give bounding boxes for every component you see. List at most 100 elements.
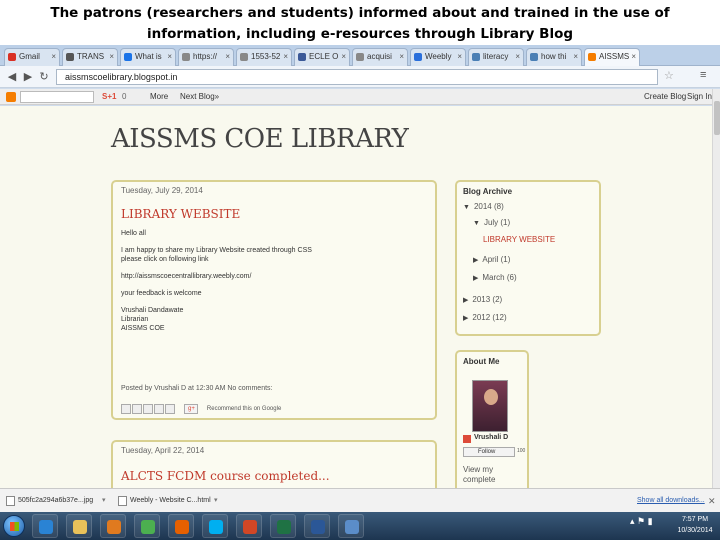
browser-tab[interactable]: ECLE O ×: [294, 48, 350, 66]
expand-right-icon[interactable]: ▶: [473, 257, 478, 264]
post-date: Tuesday, July 29, 2014: [121, 186, 203, 195]
view-profile-link[interactable]: View my complete: [463, 465, 523, 485]
tab-close-icon[interactable]: ×: [167, 49, 172, 65]
download-item[interactable]: Weebly - Website C...html: [116, 493, 211, 509]
expand-down-icon[interactable]: ▼: [473, 220, 480, 227]
start-button[interactable]: [3, 515, 25, 537]
post-title[interactable]: ALCTS FCDM course completed...: [113, 455, 435, 483]
taskbar-app-button[interactable]: [66, 514, 92, 538]
download-filename: 505fc2a294a6b37e...jpg: [18, 497, 94, 504]
tab-close-icon[interactable]: ×: [283, 49, 288, 65]
star-icon[interactable]: ☆: [664, 69, 674, 82]
sign-in-link[interactable]: Sign In: [687, 89, 712, 105]
chevron-down-icon[interactable]: ▾: [214, 493, 218, 509]
follower-count: 100: [517, 448, 526, 454]
browser-tab[interactable]: Gmail ×: [4, 48, 60, 66]
expand-right-icon[interactable]: ▶: [463, 297, 468, 304]
show-all-downloads-link[interactable]: Show all downloads...: [637, 493, 705, 509]
tab-close-icon[interactable]: ×: [109, 49, 114, 65]
browser-tab[interactable]: AISSMS ×: [584, 48, 640, 66]
email-share-icon[interactable]: [121, 403, 131, 414]
taskbar-app-button[interactable]: [236, 514, 262, 538]
post-title[interactable]: LIBRARY WEBSITE: [113, 195, 435, 221]
create-blog-link[interactable]: Create Blog: [644, 89, 686, 105]
gplus-share-icon[interactable]: g+: [184, 403, 199, 414]
taskbar-app-button[interactable]: [134, 514, 160, 538]
taskbar-app-button[interactable]: [202, 514, 228, 538]
taskbar-app-button[interactable]: [100, 514, 126, 538]
browser-tab[interactable]: What is ×: [120, 48, 176, 66]
expand-right-icon[interactable]: ▶: [473, 275, 478, 282]
scrollbar-thumb[interactable]: [714, 101, 720, 135]
taskbar-app-button[interactable]: [32, 514, 58, 538]
more-menu[interactable]: More: [150, 89, 168, 105]
forward-arrow-icon[interactable]: ▶: [20, 69, 36, 85]
archive-item[interactable]: ▶ April (1): [473, 255, 510, 264]
back-arrow-icon[interactable]: ◀: [4, 69, 20, 85]
profile-name[interactable]: Vrushali D: [474, 434, 508, 441]
post-link[interactable]: http://aissmscoecentrallibrary.weebly.co…: [121, 272, 427, 281]
file-icon: [6, 496, 15, 506]
reload-icon[interactable]: ↻: [36, 69, 52, 85]
post-footer[interactable]: Posted by Vrushali D at 12:30 AM No comm…: [121, 385, 272, 392]
post-greeting: Hello all: [121, 230, 146, 237]
blog-content: AISSMS COE LIBRARY Tuesday, July 29, 201…: [0, 106, 712, 488]
expand-down-icon[interactable]: ▼: [463, 204, 470, 211]
tab-strip: Gmail × TRANS × What is × https://× 1553-52 × ECL…: [0, 45, 720, 66]
blog-search-input[interactable]: [20, 91, 94, 103]
taskbar-app-button[interactable]: [304, 514, 330, 538]
browser-tab[interactable]: Weebly ×: [410, 48, 466, 66]
post-body: Hello all I am happy to share my Library…: [113, 221, 435, 333]
chevron-down-icon[interactable]: ▾: [102, 493, 106, 509]
taskbar-app-button[interactable]: [168, 514, 194, 538]
blog-post: Tuesday, April 22, 2014 ALCTS FCDM cours…: [111, 440, 437, 488]
archive-label: 2012 (12): [472, 313, 507, 322]
taskbar-clock[interactable]: 7:57 PM 10/30/2014: [672, 514, 718, 536]
archive-item[interactable]: ▼ July (1): [473, 218, 510, 227]
twitter-share-icon[interactable]: [143, 403, 153, 414]
pinterest-share-icon[interactable]: [165, 403, 175, 414]
browser-tab[interactable]: literacy ×: [468, 48, 524, 66]
browser-tab[interactable]: 1553-52 ×: [236, 48, 292, 66]
tab-close-icon[interactable]: ×: [399, 49, 404, 65]
profile-photo[interactable]: [472, 380, 508, 432]
browser-tab[interactable]: TRANS ×: [62, 48, 118, 66]
download-item[interactable]: 505fc2a294a6b37e...jpg: [4, 493, 93, 509]
browser-window: Gmail × TRANS × What is × https://× 1553-52 × ECL…: [0, 45, 720, 488]
tab-close-icon[interactable]: ×: [341, 49, 346, 65]
address-bar[interactable]: aissmscoelibrary.blogspot.in: [56, 69, 658, 85]
close-icon[interactable]: ✕: [708, 493, 716, 509]
facebook-share-icon[interactable]: [154, 403, 164, 414]
post-text: your feedback is welcome: [121, 290, 202, 297]
tab-close-icon[interactable]: ×: [515, 49, 520, 65]
blog-title[interactable]: AISSMS COE LIBRARY: [111, 124, 409, 154]
tab-close-icon[interactable]: ×: [225, 49, 230, 65]
word-icon: [311, 520, 325, 534]
archive-item[interactable]: ▼ 2014 (8): [463, 202, 504, 211]
browser-tab[interactable]: acquisi ×: [352, 48, 408, 66]
tab-label: AISSMS: [599, 52, 630, 61]
media-player-icon: [107, 520, 121, 534]
tab-close-icon[interactable]: ×: [457, 49, 462, 65]
system-tray-icons[interactable]: ▴ ⚑ ▮: [630, 516, 653, 527]
browser-tab[interactable]: https:// ×: [178, 48, 234, 66]
archive-item[interactable]: LIBRARY WEBSITE: [483, 235, 555, 244]
browser-tab[interactable]: how thi ×: [526, 48, 582, 66]
gplus-button[interactable]: S+1: [102, 89, 116, 105]
taskbar-app-button[interactable]: [270, 514, 296, 538]
next-blog-link[interactable]: Next Blog»: [180, 89, 219, 105]
tab-close-icon[interactable]: ×: [631, 49, 636, 65]
expand-right-icon[interactable]: ▶: [463, 315, 468, 322]
taskbar-app-button[interactable]: [338, 514, 364, 538]
wrench-menu-icon[interactable]: ≡: [700, 69, 706, 81]
page-scrollbar[interactable]: [712, 89, 720, 488]
tab-close-icon[interactable]: ×: [573, 49, 578, 65]
slide-caption: The patrons (researchers and students) i…: [0, 0, 720, 45]
archive-item[interactable]: ▶ March (6): [473, 273, 517, 282]
tab-close-icon[interactable]: ×: [51, 49, 56, 65]
blogger-logo-icon[interactable]: [6, 92, 16, 102]
archive-item[interactable]: ▶ 2013 (2): [463, 295, 502, 304]
blogthis-share-icon[interactable]: [132, 403, 142, 414]
follow-button[interactable]: Follow: [463, 447, 515, 457]
archive-item[interactable]: ▶ 2012 (12): [463, 313, 507, 322]
